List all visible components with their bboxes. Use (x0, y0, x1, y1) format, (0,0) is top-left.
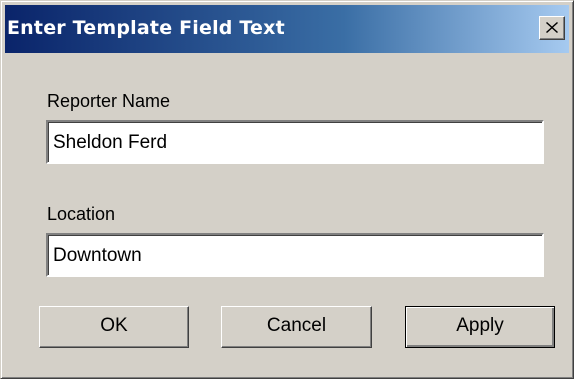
reporter-name-label: Reporter Name (47, 91, 171, 111)
cancel-button[interactable]: Cancel (221, 306, 372, 348)
ok-button[interactable]: OK (39, 306, 189, 348)
close-button[interactable] (539, 16, 565, 40)
title-bar[interactable]: Enter Template Field Text (5, 5, 569, 53)
template-field-dialog: Enter Template Field Text Reporter Name … (0, 0, 574, 379)
location-input[interactable] (46, 233, 544, 277)
apply-button[interactable]: Apply (405, 306, 555, 348)
close-icon (546, 22, 558, 33)
reporter-name-input[interactable] (46, 120, 544, 164)
window-title: Enter Template Field Text (7, 17, 285, 39)
location-label: Location (47, 204, 116, 224)
